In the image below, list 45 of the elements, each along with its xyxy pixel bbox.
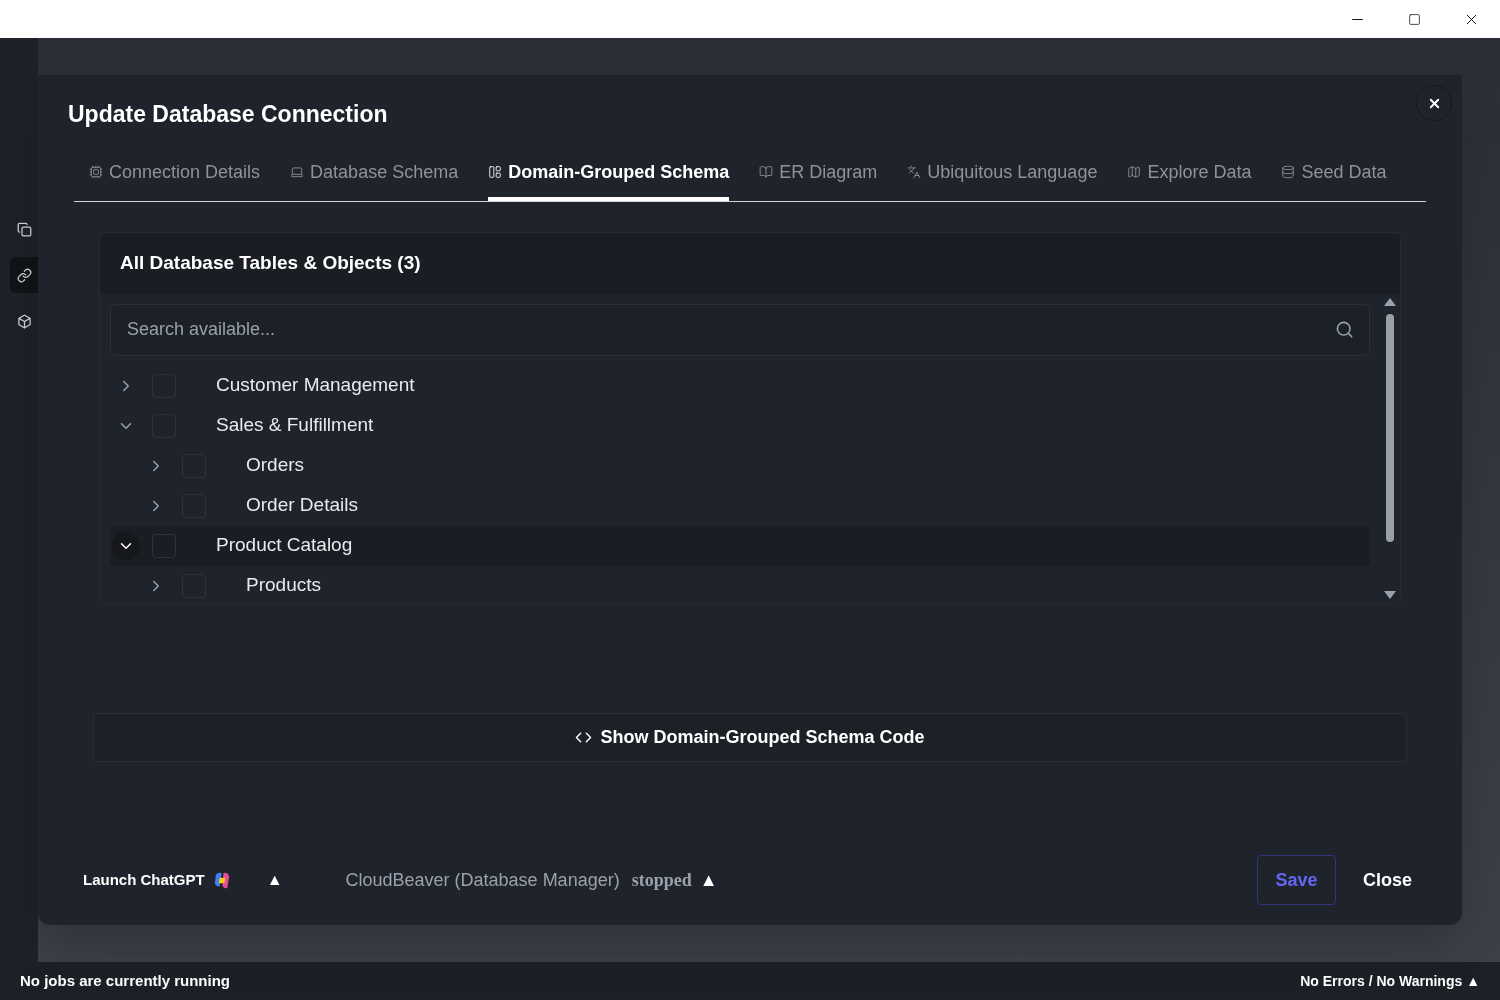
database-icon: [1281, 165, 1296, 179]
service-status: stopped: [631, 868, 692, 892]
copilot-icon: [212, 870, 232, 890]
tree-item-label: Orders: [246, 453, 305, 478]
problems-status[interactable]: No Errors / No Warnings ▲: [1300, 970, 1480, 992]
tree-item-label: Product Catalog: [216, 533, 353, 558]
save-button[interactable]: Save: [1256, 855, 1336, 905]
tree-item-label: Order Details: [246, 493, 358, 518]
tree-row[interactable]: Order Details: [110, 485, 1370, 526]
link-icon[interactable]: [10, 257, 38, 293]
chip-icon: [89, 165, 103, 179]
tab[interactable]: Explore Data: [1127, 158, 1252, 201]
tab[interactable]: Ubiquitous Language: [907, 158, 1098, 201]
map-icon: [1127, 165, 1142, 179]
tree-row[interactable]: Orders: [110, 445, 1370, 486]
tree-row[interactable]: Products: [110, 565, 1370, 603]
checkbox[interactable]: [152, 533, 176, 558]
dialog-title: Update Database Connection: [68, 100, 388, 129]
tab[interactable]: Seed Data: [1281, 158, 1387, 201]
show-code-button[interactable]: Show Domain-Grouped Schema Code: [93, 712, 1407, 762]
layout-icon: [488, 165, 503, 179]
search-field[interactable]: Search available...: [110, 303, 1370, 356]
chatgpt-menu-caret[interactable]: ▲: [266, 868, 283, 892]
tab[interactable]: Connection Details: [89, 158, 261, 201]
tree-row[interactable]: Customer Management: [110, 365, 1370, 406]
tree-row[interactable]: Product Catalog: [110, 525, 1370, 566]
launch-chatgpt-button[interactable]: Launch ChatGPT: [83, 868, 232, 892]
laptop-icon: [290, 165, 305, 179]
tab[interactable]: Database Schema: [290, 158, 459, 201]
tree-item-label: Customer Management: [216, 373, 415, 398]
service-menu-caret[interactable]: ▲: [699, 866, 718, 894]
panel-title: All Database Tables & Objects (3): [119, 250, 422, 275]
close-button[interactable]: Close: [1362, 866, 1412, 894]
tab[interactable]: Domain-Grouped Schema: [488, 158, 730, 201]
chevron-icon[interactable]: [112, 531, 140, 560]
maximize-icon[interactable]: [1408, 12, 1421, 26]
tree-item-label: Sales & Fulfillment: [216, 413, 374, 438]
tree-row[interactable]: Sales & Fulfillment: [110, 405, 1370, 446]
book-icon: [759, 165, 774, 179]
translate-icon: [907, 165, 922, 179]
service-name: CloudBeaver (Database Manager): [345, 868, 620, 892]
tree-item-label: Products: [246, 573, 321, 598]
tab[interactable]: ER Diagram: [759, 158, 878, 201]
search-icon[interactable]: [1335, 319, 1354, 339]
jobs-status: No jobs are currently running: [20, 970, 231, 991]
